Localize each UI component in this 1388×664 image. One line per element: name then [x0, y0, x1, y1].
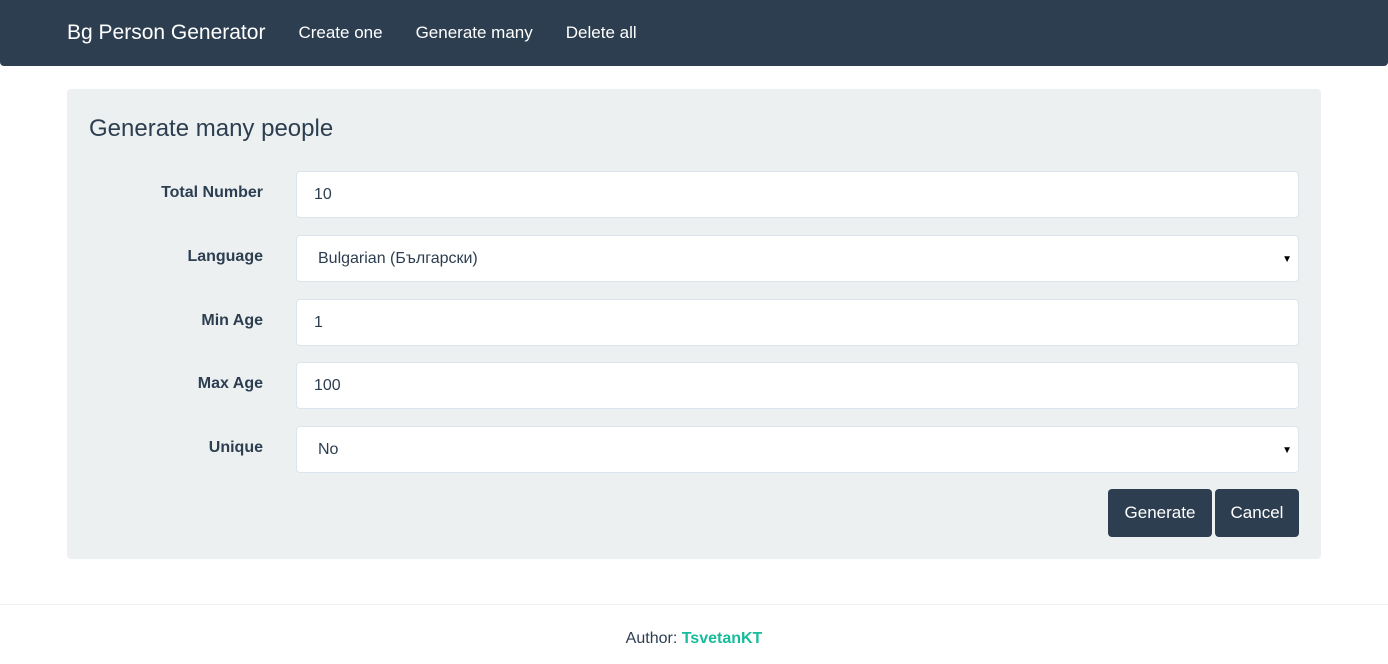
author-prefix: Author:: [625, 630, 678, 647]
navbar: Bg Person Generator Create one Generate …: [0, 0, 1388, 66]
total-number-label: Total Number: [161, 184, 263, 201]
unique-label: Unique: [208, 439, 263, 456]
unique-select[interactable]: No ▼: [296, 426, 1299, 473]
nav-generate-many[interactable]: Generate many: [416, 23, 533, 43]
footer-divider: [0, 604, 1388, 605]
total-number-input[interactable]: [296, 171, 1299, 218]
language-selected-value: Bulgarian (Български): [318, 249, 478, 267]
generate-button[interactable]: Generate: [1108, 489, 1212, 537]
min-age-label: Min Age: [201, 312, 263, 329]
language-select[interactable]: Bulgarian (Български) ▼: [296, 235, 1299, 282]
min-age-input[interactable]: [296, 299, 1299, 346]
caret-down-icon: ▼: [1282, 445, 1292, 456]
nav-delete-all[interactable]: Delete all: [566, 23, 637, 43]
nav-create-one[interactable]: Create one: [298, 23, 382, 43]
cancel-button[interactable]: Cancel: [1215, 489, 1299, 537]
language-label: Language: [187, 248, 263, 265]
max-age-label: Max Age: [197, 375, 263, 392]
author-link[interactable]: TsvetanKT: [682, 630, 763, 647]
generate-form-panel: Generate many people Total Number Langua…: [67, 89, 1321, 559]
caret-down-icon: ▼: [1282, 254, 1292, 265]
brand-link[interactable]: Bg Person Generator: [67, 21, 265, 45]
form-title: Generate many people: [89, 115, 334, 142]
unique-selected-value: No: [318, 440, 339, 458]
max-age-input[interactable]: [296, 362, 1299, 409]
footer: Author: TsvetanKT: [0, 630, 1388, 648]
